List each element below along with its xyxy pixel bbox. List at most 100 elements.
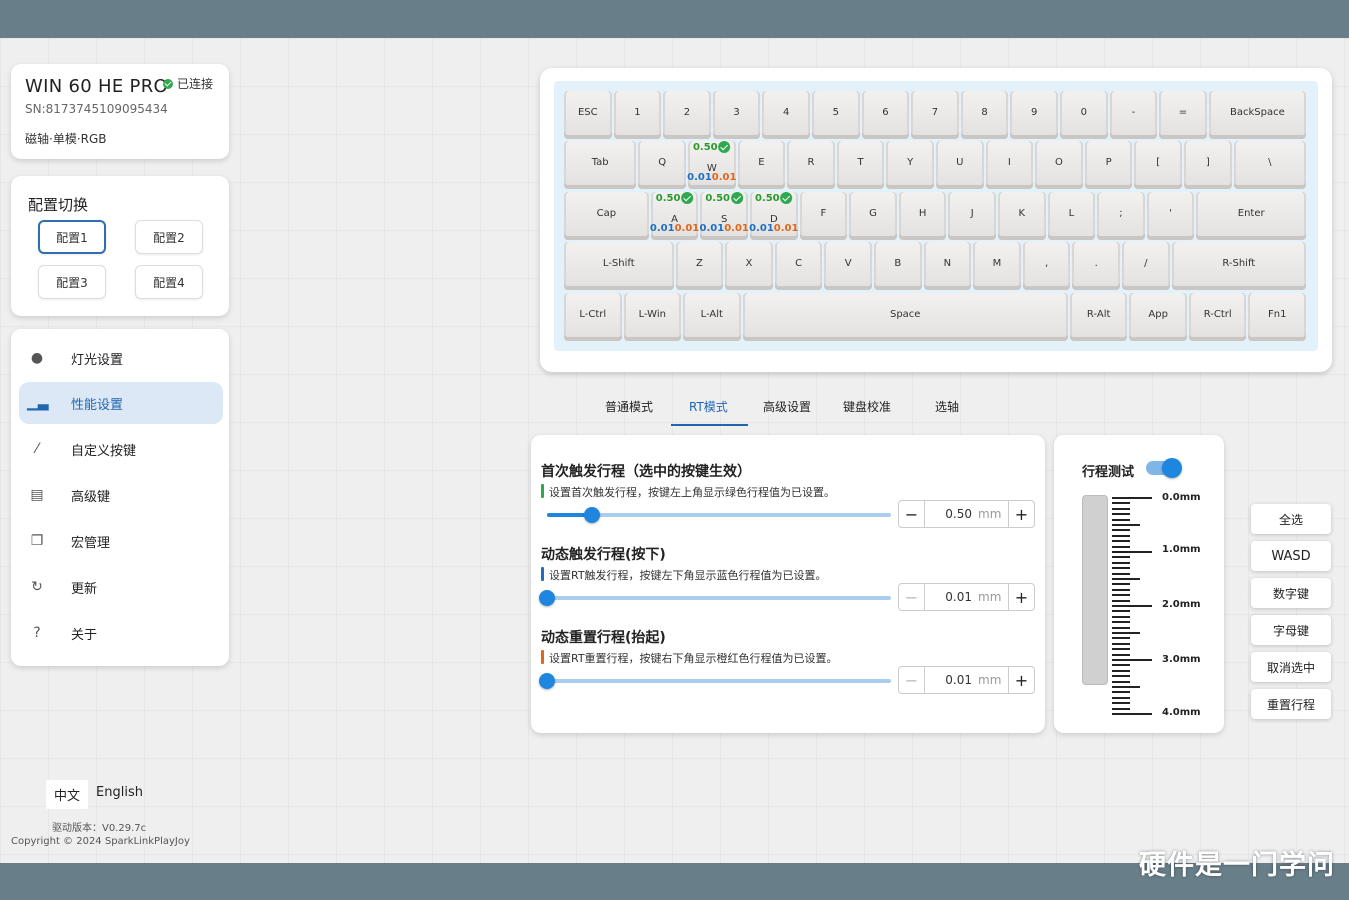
select-all-button[interactable]: 全选 [1251, 504, 1331, 534]
key-i[interactable]: I [985, 141, 1034, 189]
select-wasd-button[interactable]: WASD [1251, 541, 1331, 571]
key-m[interactable]: M [973, 242, 1021, 290]
config-3-button[interactable]: 配置3 [38, 265, 106, 299]
key-l[interactable]: L [1047, 192, 1096, 240]
key-7[interactable]: 7 [911, 91, 959, 139]
key-0[interactable]: 0 [1060, 91, 1108, 139]
key-r[interactable]: R [787, 141, 835, 189]
slider-thumb[interactable] [583, 507, 600, 523]
key-slash[interactable]: / [1122, 242, 1170, 290]
key-j[interactable]: J [948, 192, 996, 240]
key-quote[interactable]: ' [1146, 192, 1195, 240]
key-equals[interactable]: = [1159, 91, 1207, 139]
config-4-button[interactable]: 配置4 [135, 265, 203, 299]
key-h[interactable]: H [898, 192, 947, 240]
key-w[interactable]: W 0.50 0.010.01 [687, 141, 736, 189]
config-1-button[interactable]: 配置1 [38, 220, 106, 254]
key-rminusctrl[interactable]: R-Ctrl [1188, 293, 1247, 341]
rt-press-value[interactable]: 0.01 [925, 590, 978, 604]
decrement-button[interactable]: − [899, 667, 925, 693]
key-4[interactable]: 4 [762, 91, 810, 139]
key-rminusshift[interactable]: R-Shift [1171, 242, 1306, 290]
key-b[interactable]: B [874, 242, 922, 290]
language-en-button[interactable]: English [88, 780, 151, 809]
key-d[interactable]: D 0.50 0.010.01 [749, 192, 798, 240]
sidebar-item-update[interactable]: ↻ 更新 [19, 566, 223, 608]
config-2-button[interactable]: 配置2 [135, 220, 203, 254]
rt-release-value[interactable]: 0.01 [925, 673, 978, 687]
reset-travel-button[interactable]: 重置行程 [1251, 689, 1331, 719]
tab-advanced-settings[interactable]: 高级设置 [763, 398, 811, 415]
key-comma[interactable]: , [1022, 242, 1071, 290]
key-s[interactable]: S 0.50 0.010.01 [700, 192, 749, 240]
key-backspace[interactable]: BackSpace [1208, 91, 1306, 139]
tab-rt-mode[interactable]: RT模式 [689, 398, 728, 415]
increment-button[interactable]: + [1008, 584, 1034, 610]
key-x[interactable]: X [725, 242, 773, 290]
travel-test-toggle[interactable] [1146, 458, 1182, 478]
key-enter[interactable]: Enter [1196, 192, 1306, 240]
key-a[interactable]: A 0.50 0.010.01 [650, 192, 699, 240]
sidebar-item-performance[interactable]: ▁▃ 性能设置 [19, 382, 223, 424]
key-lminusshift[interactable]: L-Shift [564, 242, 674, 290]
key-app[interactable]: App [1129, 293, 1187, 341]
key-space[interactable]: Space [742, 293, 1068, 341]
key-tab[interactable]: Tab [564, 141, 637, 189]
key-k[interactable]: K [998, 192, 1046, 240]
key-p[interactable]: P [1084, 141, 1133, 189]
key-c[interactable]: C [774, 242, 823, 290]
key-5[interactable]: 5 [812, 91, 860, 139]
key-u[interactable]: U [936, 141, 984, 189]
key-e[interactable]: E [737, 141, 786, 189]
key-q[interactable]: Q [638, 141, 686, 189]
tab-calibration[interactable]: 键盘校准 [843, 398, 891, 415]
key-o[interactable]: O [1035, 141, 1083, 189]
key-cap[interactable]: Cap [564, 192, 649, 240]
sidebar-item-about[interactable]: ? 关于 [19, 612, 223, 654]
key-fn1[interactable]: Fn1 [1248, 293, 1306, 341]
actuation-value[interactable]: 0.50 [925, 507, 978, 521]
key-lminusctrl[interactable]: L-Ctrl [564, 293, 622, 341]
language-zh-button[interactable]: 中文 [46, 780, 89, 809]
rt-release-slider[interactable] [539, 673, 891, 689]
key-lminuswin[interactable]: L-Win [623, 293, 682, 341]
key-period[interactable]: . [1072, 242, 1120, 290]
key-2[interactable]: 2 [663, 91, 711, 139]
key-8[interactable]: 8 [960, 91, 1009, 139]
actuation-slider[interactable] [547, 507, 891, 523]
key-v[interactable]: V [824, 242, 872, 290]
sidebar-item-custom-keys[interactable]: ⁄ 自定义按键 [19, 428, 223, 470]
key-9[interactable]: 9 [1010, 91, 1058, 139]
key-backslash[interactable]: \ [1233, 141, 1306, 189]
key-1[interactable]: 1 [613, 91, 662, 139]
sidebar-item-advanced-keys[interactable]: ▤ 高级键 [19, 474, 223, 516]
decrement-button[interactable]: − [899, 501, 925, 527]
deselect-button[interactable]: 取消选中 [1251, 652, 1331, 682]
increment-button[interactable]: + [1008, 501, 1034, 527]
key-lminusalt[interactable]: L-Alt [683, 293, 741, 341]
key-rminusalt[interactable]: R-Alt [1069, 293, 1128, 341]
key-t[interactable]: T [836, 141, 885, 189]
slider-thumb[interactable] [539, 673, 555, 689]
key-esc[interactable]: ESC [564, 91, 612, 139]
sidebar-item-lighting[interactable]: ● 灯光设置 [19, 337, 223, 379]
key-g[interactable]: G [849, 192, 897, 240]
increment-button[interactable]: + [1008, 667, 1034, 693]
key-rbracket[interactable]: ] [1184, 141, 1232, 189]
key-6[interactable]: 6 [861, 91, 910, 139]
key-n[interactable]: N [923, 242, 972, 290]
rt-press-slider[interactable] [539, 590, 891, 606]
decrement-button[interactable]: − [899, 584, 925, 610]
tab-normal-mode[interactable]: 普通模式 [605, 398, 653, 415]
key-3[interactable]: 3 [712, 91, 761, 139]
key-f[interactable]: F [799, 192, 848, 240]
key-y[interactable]: Y [886, 141, 934, 189]
key-minus[interactable]: - [1109, 91, 1158, 139]
tab-switch-select[interactable]: 选轴 [935, 398, 959, 415]
sidebar-item-macros[interactable]: ❐ 宏管理 [19, 520, 223, 562]
select-number-keys-button[interactable]: 数字键 [1251, 578, 1331, 608]
toggle-knob[interactable] [1162, 458, 1182, 478]
slider-thumb[interactable] [539, 590, 555, 606]
key-semicolon[interactable]: ; [1097, 192, 1145, 240]
select-letter-keys-button[interactable]: 字母键 [1251, 615, 1331, 645]
